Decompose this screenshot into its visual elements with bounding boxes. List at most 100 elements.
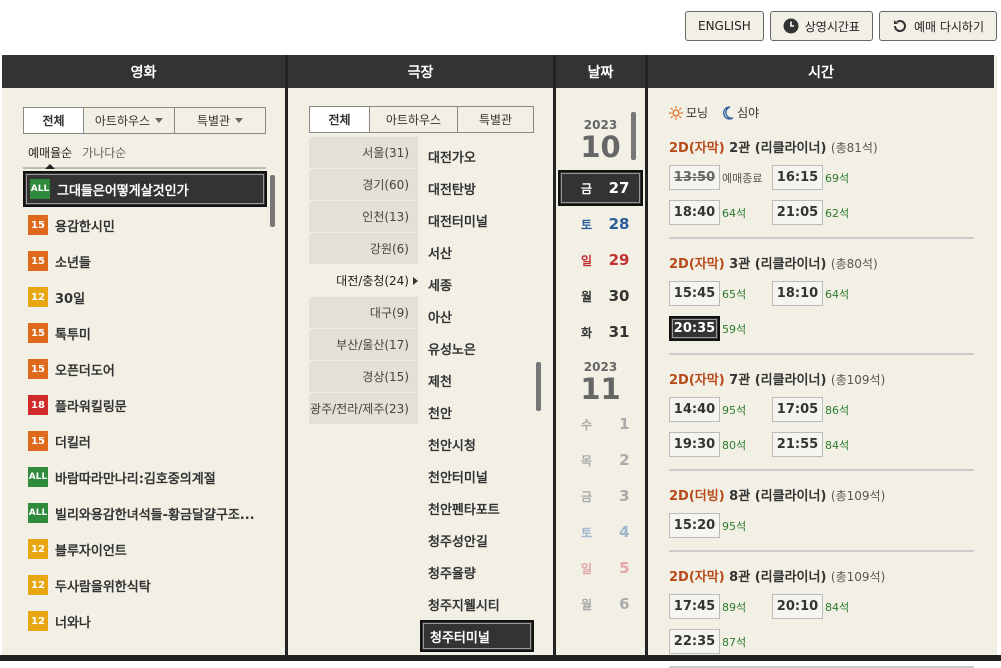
time-slot[interactable]: 13:50 예매종료: [669, 165, 772, 190]
theater-tab-arthouse[interactable]: 아트하우스: [370, 107, 458, 132]
theater-item[interactable]: 청주터미널: [420, 620, 534, 652]
showtime-button[interactable]: 13:50: [669, 165, 720, 190]
showtime-button[interactable]: 14:40: [669, 397, 720, 422]
theater-item[interactable]: 유성노은: [420, 332, 534, 364]
theater-item[interactable]: 천안시청: [420, 428, 534, 460]
movie-item[interactable]: 15 오픈더도어: [23, 351, 267, 387]
theater-item[interactable]: 청주성안길: [420, 524, 534, 556]
time-slot[interactable]: 15:20 95석: [669, 513, 772, 538]
region-item[interactable]: 경기(60): [309, 169, 418, 201]
date-item[interactable]: 월6: [556, 586, 645, 622]
movie-item[interactable]: 15 톡투미: [23, 315, 267, 351]
date-item[interactable]: 월 30: [556, 278, 645, 314]
day-number: 3: [619, 487, 630, 505]
sort-by-name[interactable]: 가나다순: [82, 144, 126, 161]
time-slot[interactable]: 21:05 62석: [772, 200, 875, 225]
showtime-button[interactable]: 15:20: [669, 513, 720, 538]
time-slot[interactable]: 17:05 86석: [772, 397, 875, 422]
date-item[interactable]: 금3: [556, 478, 645, 514]
date-item[interactable]: 토4: [556, 514, 645, 550]
theater-item[interactable]: 세종: [420, 268, 534, 300]
time-slot[interactable]: 22:35 87석: [669, 629, 772, 654]
schedule-label: 상영시간표: [804, 19, 860, 34]
movie-title: 오픈더도어: [55, 363, 115, 379]
showtime-button[interactable]: 21:55: [772, 432, 823, 457]
time-slot[interactable]: 19:30 80석: [669, 432, 772, 457]
time-slot[interactable]: 17:45 89석: [669, 594, 772, 619]
showtime-button[interactable]: 22:35: [669, 629, 720, 654]
theater-item[interactable]: 청주율량: [420, 556, 534, 588]
date-item[interactable]: 화 31: [556, 314, 645, 350]
region-item[interactable]: 서울(31): [309, 137, 418, 169]
movie-item[interactable]: ALL 바람따라만나리:김호중의계절: [23, 459, 267, 495]
date-item[interactable]: 수1: [556, 406, 645, 442]
theater-item[interactable]: 천안: [420, 396, 534, 428]
region-item[interactable]: 강원(6): [309, 233, 418, 265]
date-item[interactable]: 일 29: [556, 242, 645, 278]
region-item[interactable]: 인천(13): [309, 201, 418, 233]
showtime-button[interactable]: 17:45: [669, 594, 720, 619]
date-item[interactable]: 목2: [556, 442, 645, 478]
theater-tab-all[interactable]: 전체: [310, 107, 370, 132]
movie-item[interactable]: 12 블루자이언트: [23, 531, 267, 567]
region-item[interactable]: 광주/전라/제주(23): [309, 393, 418, 425]
theater-item[interactable]: 대전터미널: [420, 204, 534, 236]
theater-item[interactable]: 제천: [420, 364, 534, 396]
region-item[interactable]: 부산/울산(17): [309, 329, 418, 361]
movie-tab-arthouse[interactable]: 아트하우스: [84, 108, 175, 133]
region-label: 경상(15): [362, 370, 409, 384]
time-slot[interactable]: 20:35 59석: [669, 316, 772, 341]
showtime-button[interactable]: 19:30: [669, 432, 720, 457]
movie-item[interactable]: 12 너와나: [23, 603, 267, 639]
time-slot[interactable]: 18:10 64석: [772, 281, 875, 306]
time-slot[interactable]: 15:45 65석: [669, 281, 772, 306]
time-slot[interactable]: 14:40 95석: [669, 397, 772, 422]
date-item[interactable]: 일5: [556, 550, 645, 586]
date-list-scrollbar[interactable]: [631, 112, 636, 160]
movie-item[interactable]: ALL 그대들은어떻게살것인가: [23, 171, 267, 207]
theater-item[interactable]: 천안터미널: [420, 460, 534, 492]
schedule-button[interactable]: 상영시간표: [769, 11, 873, 41]
legend-morning: 모닝: [669, 104, 708, 121]
time-slot[interactable]: 16:15 69석: [772, 165, 875, 190]
showtime-button[interactable]: 17:05: [772, 397, 823, 422]
sort-by-rate[interactable]: 예매율순: [28, 144, 72, 169]
time-slot[interactable]: 18:40 64석: [669, 200, 772, 225]
theater-item[interactable]: 서산: [420, 236, 534, 268]
showtime-button[interactable]: 18:40: [669, 200, 720, 225]
reset-button[interactable]: 예매 다시하기: [878, 11, 997, 41]
showtime-button[interactable]: 15:45: [669, 281, 720, 306]
movie-item[interactable]: 15 소년들: [23, 243, 267, 279]
time-slot[interactable]: 21:55 84석: [772, 432, 875, 457]
region-item[interactable]: 대전/충청(24): [309, 265, 418, 297]
region-item[interactable]: 경상(15): [309, 361, 418, 393]
movie-item[interactable]: 12 두사람을위한식탁: [23, 567, 267, 603]
movie-tab-all[interactable]: 전체: [24, 108, 84, 133]
movie-title: 빌리와용감한녀석들-황금달걀구조...: [55, 507, 255, 523]
theater-item[interactable]: 대전가오: [420, 140, 534, 172]
movie-item[interactable]: 12 30일: [23, 279, 267, 315]
theater-tab-special[interactable]: 특별관: [458, 107, 533, 132]
theater-item[interactable]: 청주지웰시티: [420, 588, 534, 620]
region-item[interactable]: 대구(9): [309, 297, 418, 329]
showtime-button[interactable]: 20:35: [669, 316, 720, 341]
theater-item[interactable]: 천안펜타포트: [420, 492, 534, 524]
movie-list-scrollbar[interactable]: [270, 175, 275, 227]
showtime-button[interactable]: 20:10: [772, 594, 823, 619]
hall-total-seats: (총81석): [830, 141, 878, 155]
date-item[interactable]: 금 27: [558, 170, 643, 206]
english-button[interactable]: ENGLISH: [685, 11, 764, 41]
time-slot[interactable]: 20:10 84석: [772, 594, 875, 619]
showtime-button[interactable]: 18:10: [772, 281, 823, 306]
movie-item[interactable]: 15 더킬러: [23, 423, 267, 459]
date-item[interactable]: 토 28: [556, 206, 645, 242]
movie-item[interactable]: 15 용감한시민: [23, 207, 267, 243]
theater-item[interactable]: 대전탄방: [420, 172, 534, 204]
theater-item[interactable]: 아산: [420, 300, 534, 332]
movie-item[interactable]: 18 플라워킬링문: [23, 387, 267, 423]
movie-item[interactable]: ALL 빌리와용감한녀석들-황금달걀구조...: [23, 495, 267, 531]
showtime-button[interactable]: 16:15: [772, 165, 823, 190]
theater-list-scrollbar[interactable]: [536, 362, 541, 411]
movie-tab-special[interactable]: 특별관: [175, 108, 265, 133]
showtime-button[interactable]: 21:05: [772, 200, 823, 225]
